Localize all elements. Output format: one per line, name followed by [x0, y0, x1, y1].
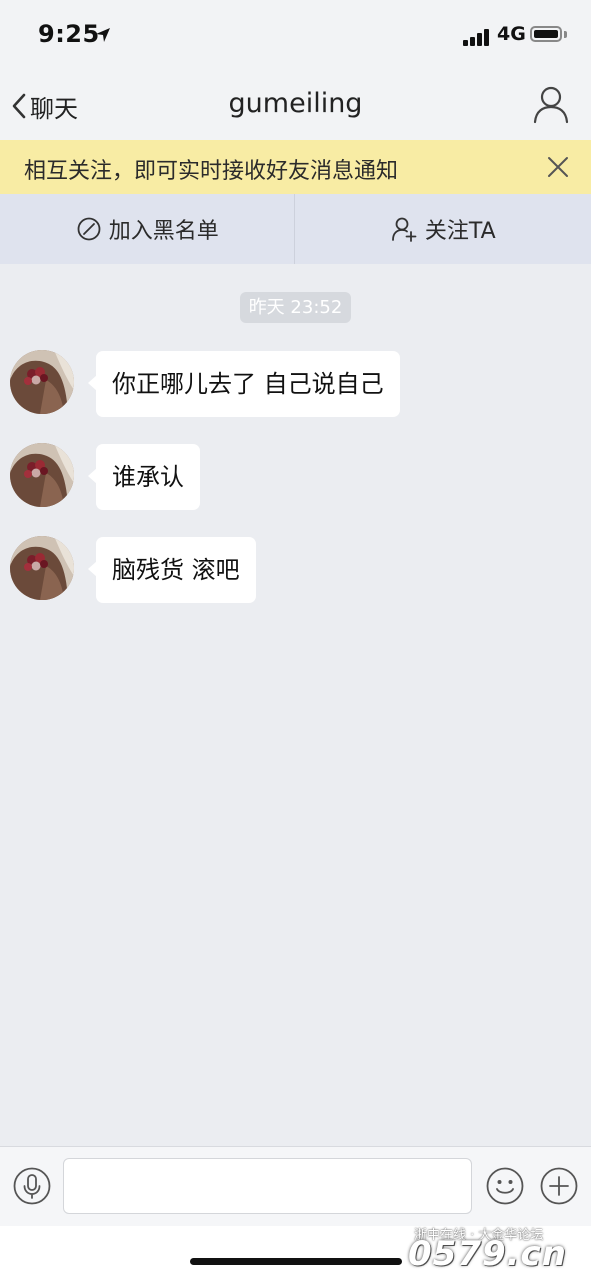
action-bar: 加入黑名单 关注TA	[0, 194, 591, 264]
home-indicator[interactable]	[190, 1258, 402, 1265]
close-icon[interactable]	[546, 155, 570, 179]
emoji-icon[interactable]	[486, 1167, 524, 1205]
avatar[interactable]	[10, 536, 74, 600]
block-label: 加入黑名单	[108, 219, 219, 244]
nav-bar: 聊天 gumeiling	[0, 74, 591, 140]
avatar[interactable]	[10, 443, 74, 507]
notice-text: 相互关注，即可实时接收好友消息通知	[24, 159, 399, 184]
message-bubble[interactable]: 你正哪儿去了 自己说自己	[88, 351, 400, 417]
watermark-logo: 浙中在线 · 大金华论坛 0579.cn	[408, 1224, 588, 1274]
watermark-line2: 0579.cn	[408, 1234, 567, 1274]
add-user-icon	[391, 217, 417, 242]
follow-button[interactable]: 关注TA	[296, 194, 591, 264]
block-button[interactable]: 加入黑名单	[0, 194, 296, 264]
user-profile-icon[interactable]	[532, 84, 570, 124]
signal-icon	[463, 28, 491, 46]
message-input[interactable]	[63, 1158, 472, 1214]
follow-notice-banner: 相互关注，即可实时接收好友消息通知	[0, 140, 591, 194]
follow-label: 关注TA	[424, 219, 496, 244]
plus-icon[interactable]	[540, 1167, 578, 1205]
network-type: 4G	[497, 23, 526, 45]
avatar[interactable]	[10, 350, 74, 414]
message-bubble[interactable]: 谁承认	[88, 444, 200, 510]
status-bar: 9:25 4G	[0, 0, 591, 74]
action-divider	[294, 194, 295, 264]
message-bubble[interactable]: 脑残货 滚吧	[88, 537, 256, 603]
battery-icon	[530, 26, 562, 42]
status-time: 9:25	[38, 20, 100, 48]
battery-tip	[564, 31, 567, 38]
block-icon	[77, 217, 101, 241]
page-title: gumeiling	[228, 88, 363, 119]
message-timestamp: 昨天 23:52	[240, 292, 351, 323]
microphone-icon[interactable]	[13, 1167, 51, 1205]
location-arrow-icon	[96, 28, 110, 42]
